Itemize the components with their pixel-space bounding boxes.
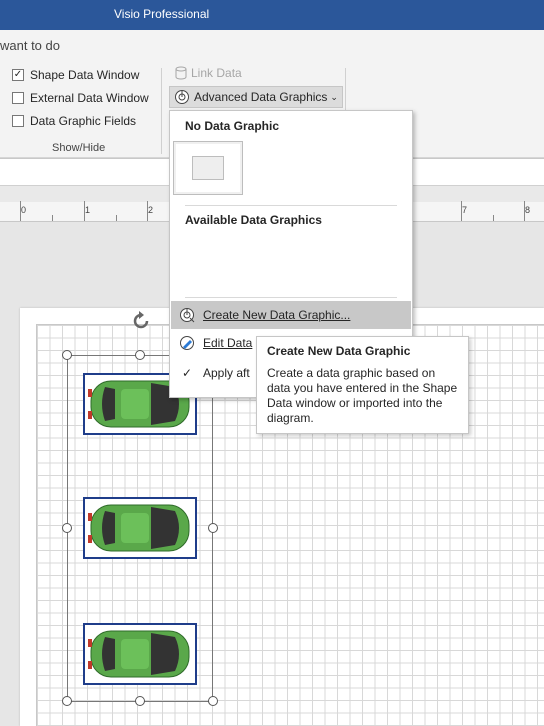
menu-item-label: Apply aft [203,366,250,380]
rotate-handle-icon[interactable] [130,310,152,332]
ruler-tick [461,201,462,221]
car-icon [88,504,190,552]
resize-handle[interactable] [135,350,145,360]
ruler-tick [116,215,117,221]
menu-separator [185,205,397,206]
ruler-label: 0 [21,205,27,215]
checkbox-label: Shape Data Window [30,68,140,82]
create-new-data-graphic-tooltip: Create New Data Graphic Create a data gr… [256,336,469,434]
menu-item-label: Create New Data Graphic... [203,308,351,322]
no-data-graphic-heading: No Data Graphic [185,119,280,133]
menu-item-label: Edit Data [203,336,253,350]
ruler-label: 7 [462,205,468,215]
advanced-data-graphics-button[interactable]: Advanced Data Graphics ⌄ [169,86,343,108]
checkmark-icon: ✓ [181,366,193,380]
tell-me-bar[interactable]: want to do [0,30,544,60]
link-data-button[interactable]: Link Data [174,66,242,80]
ruler-tick [524,201,525,221]
car-shape[interactable] [83,623,197,685]
ruler-tick [147,201,148,221]
shape-data-window-checkbox[interactable]: ✓ Shape Data Window [12,67,139,83]
menu-separator [185,297,397,298]
database-icon [175,66,187,80]
tooltip-body: Create a data graphic based on data you … [267,366,458,425]
resize-handle[interactable] [135,696,145,706]
resize-handle[interactable] [208,523,218,533]
ruler-label: 8 [525,205,531,215]
car-shape[interactable] [83,497,197,559]
show-hide-group-label: Show/Hide [52,142,106,154]
tell-me-text[interactable]: want to do [0,38,60,53]
data-graphic-fields-checkbox[interactable]: Data Graphic Fields [12,113,136,129]
advanced-data-graphics-label: Advanced Data Graphics [194,90,328,104]
checkbox-label: External Data Window [30,91,149,105]
ruler-tick [84,201,85,221]
ruler-label: 1 [85,205,91,215]
no-data-graphic-thumbnail[interactable] [173,141,243,195]
link-data-label: Link Data [191,66,242,80]
create-graphic-icon [180,308,195,323]
checkbox-box[interactable] [12,115,24,127]
group-divider [161,68,162,154]
resize-handle[interactable] [62,523,72,533]
ruler-label: 2 [148,205,154,215]
data-graphics-icon [175,90,189,104]
create-new-data-graphic-item[interactable]: Create New Data Graphic... [171,301,411,329]
car-icon [88,630,190,678]
checkbox-label: Data Graphic Fields [30,114,137,128]
blank-graphic-icon [192,156,224,180]
ruler-tick [52,215,53,221]
edit-graphic-icon [180,336,194,350]
resize-handle[interactable] [62,350,72,360]
title-bar: Visio Professional [0,0,544,30]
chevron-down-icon: ⌄ [330,91,338,102]
available-data-graphics-heading: Available Data Graphics [185,213,322,227]
tooltip-title: Create New Data Graphic [267,344,411,358]
checkmark-icon[interactable]: ✓ [12,69,24,81]
app-title: Visio Professional [114,7,210,21]
resize-handle[interactable] [208,696,218,706]
ruler-tick [20,201,21,221]
resize-handle[interactable] [62,696,72,706]
ruler-tick [493,215,494,221]
external-data-window-checkbox[interactable]: External Data Window [12,90,149,106]
checkbox-box[interactable] [12,92,24,104]
